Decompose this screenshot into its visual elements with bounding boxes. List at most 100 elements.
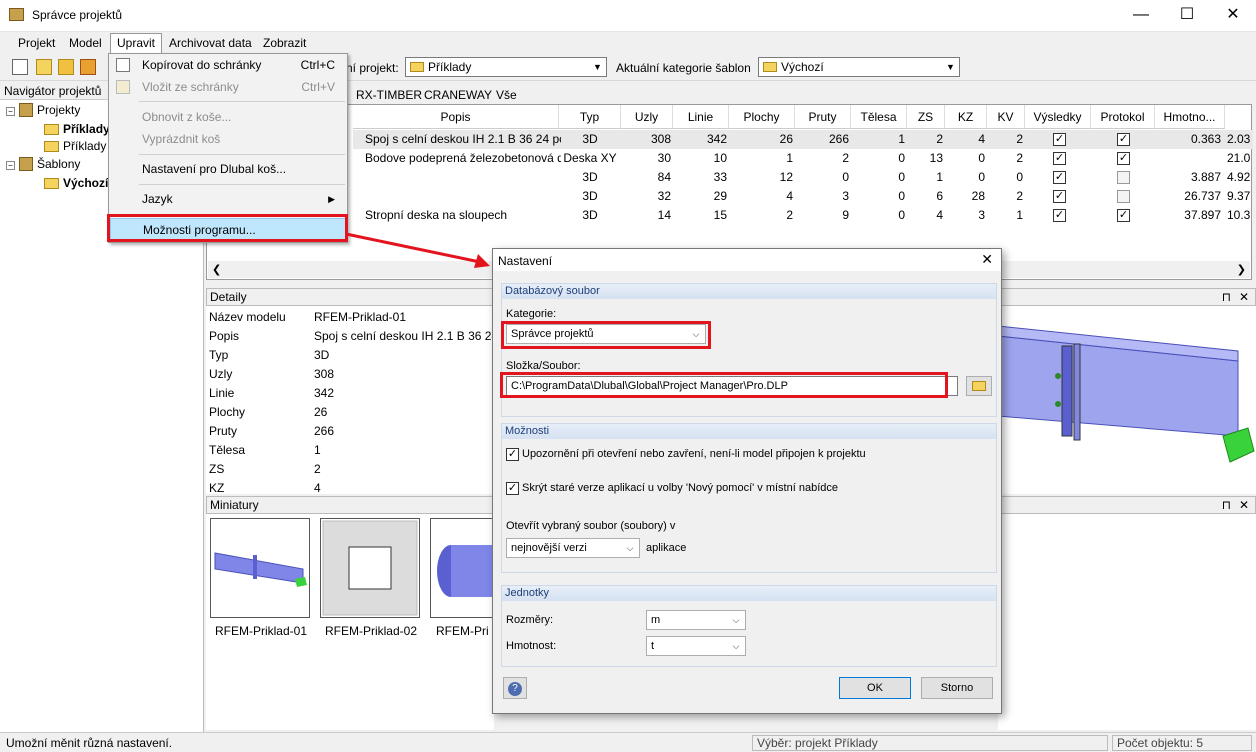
dimensions-combo[interactable]: m ⌵ <box>646 610 746 630</box>
folder-icon <box>763 62 777 72</box>
pin-icon[interactable]: ⊓ <box>1222 289 1231 305</box>
col-protokol[interactable]: Protokol <box>1091 105 1155 129</box>
detail-value: 3D <box>314 348 330 362</box>
tree-node-vychozi[interactable]: Výchozí <box>44 176 108 190</box>
tree-node-priklady-2[interactable]: Příklady I <box>44 139 113 153</box>
col-telesa[interactable]: Tělesa <box>851 105 907 129</box>
menu-item-language[interactable]: Jazyk ▶ <box>109 188 347 210</box>
folder-delete-icon[interactable] <box>80 59 96 75</box>
detail-key: Uzly <box>209 367 233 381</box>
collapse-icon[interactable]: − <box>6 161 15 170</box>
col-linie[interactable]: Linie <box>673 105 729 129</box>
cell-plochy: 4 <box>786 189 793 203</box>
details-panel: Název modelu RFEM-Priklad-01 Popis Spoj s c… <box>206 306 494 495</box>
model-3d-preview[interactable] <box>997 306 1256 494</box>
cancel-button[interactable]: Storno <box>921 677 993 699</box>
col-typ[interactable]: Typ <box>559 105 621 129</box>
folder-star-icon[interactable] <box>58 59 74 75</box>
close-button[interactable]: ✕ <box>1210 0 1256 32</box>
opt-warn-checkbox[interactable]: ✓ <box>506 448 519 461</box>
projects-icon <box>19 103 33 117</box>
vysledky-checkbox[interactable]: ✓ <box>1053 133 1066 146</box>
cell-kv: 2 <box>1016 189 1023 203</box>
open-version-combo[interactable]: nejnovější verzi ⌵ <box>506 538 640 558</box>
close-panel-icon[interactable]: ✕ <box>1239 289 1249 305</box>
menu-item-paste[interactable]: Vložit ze schránky Ctrl+V <box>109 76 347 98</box>
tree-node-priklady[interactable]: Příklady <box>44 122 110 136</box>
close-panel-icon[interactable]: ✕ <box>1239 497 1249 513</box>
scroll-left-icon[interactable]: ❮ <box>212 263 221 276</box>
new-file-icon[interactable] <box>12 59 28 75</box>
vysledky-checkbox[interactable]: ✓ <box>1053 190 1066 203</box>
minimize-button[interactable]: — <box>1118 0 1164 32</box>
template-category-combo[interactable]: Výchozí ▼ <box>758 57 960 77</box>
mass-combo[interactable]: t ⌵ <box>646 636 746 656</box>
chevron-down-icon: ⌵ <box>626 543 634 553</box>
col-kz[interactable]: KZ <box>945 105 987 129</box>
cell-zs: 2 <box>936 132 943 146</box>
thumbnail-1[interactable] <box>210 518 310 618</box>
thumbnail-3[interactable] <box>430 518 495 618</box>
open-folder-icon[interactable] <box>36 59 52 75</box>
vysledky-checkbox[interactable]: ✓ <box>1053 171 1066 184</box>
tab-vse[interactable]: Vše <box>496 88 517 102</box>
scroll-right-icon[interactable]: ❯ <box>1237 263 1246 276</box>
col-pruty[interactable]: Pruty <box>795 105 851 129</box>
protokol-checkbox[interactable]: ✓ <box>1117 152 1130 165</box>
protokol-checkbox[interactable]: ✓ <box>1117 133 1130 146</box>
menu-archivovat[interactable]: Archivovat data <box>163 34 258 52</box>
cell-plochy: 12 <box>779 170 793 184</box>
vysledky-checkbox[interactable]: ✓ <box>1053 209 1066 222</box>
help-icon: ? <box>508 682 522 696</box>
opt-hide-old-checkbox[interactable]: ✓ <box>506 482 519 495</box>
menu-item-copy[interactable]: Kopírovat do schránky Ctrl+C <box>109 54 347 76</box>
category-combo[interactable]: Správce projektů ⌵ <box>506 324 706 344</box>
tab-craneway[interactable]: CRANEWAY <box>424 88 492 102</box>
preview2-header: ⊓ ✕ <box>998 496 1256 514</box>
current-project-combo[interactable]: Příklady ▼ <box>405 57 607 77</box>
ok-button[interactable]: OK <box>839 677 911 699</box>
cell-kv: 2 <box>1016 151 1023 165</box>
cell-zs: 6 <box>936 189 943 203</box>
menu-model[interactable]: Model <box>63 34 108 52</box>
menu-item-empty-bin[interactable]: Vyprázdnit koš <box>109 128 347 150</box>
menu-zobrazit[interactable]: Zobrazit <box>257 34 312 52</box>
beam-3d-graphic <box>997 325 1255 463</box>
thumbnail-1-label: RFEM-Priklad-01 <box>214 624 307 638</box>
col-uzly[interactable]: Uzly <box>621 105 673 129</box>
detail-value: 4 <box>314 481 321 495</box>
browse-button[interactable] <box>966 376 992 396</box>
protokol-checkbox[interactable] <box>1117 171 1130 184</box>
col-popis[interactable]: Popis <box>353 105 559 129</box>
cell-kz: 3 <box>978 208 985 222</box>
tree-node-projekty[interactable]: − Projekty <box>6 103 80 117</box>
col-plochy[interactable]: Plochy <box>729 105 795 129</box>
dialog-close-icon[interactable]: ✕ <box>981 251 993 268</box>
cell-linie: 10 <box>713 151 727 165</box>
menu-item-restore[interactable]: Obnovit z koše... <box>109 106 347 128</box>
vysledky-checkbox[interactable]: ✓ <box>1053 152 1066 165</box>
col-vysledky[interactable]: Výsledky <box>1025 105 1091 129</box>
menu-projekt[interactable]: Projekt <box>12 34 61 52</box>
protokol-checkbox[interactable]: ✓ <box>1117 209 1130 222</box>
thumbnail-2[interactable] <box>320 518 420 618</box>
protokol-checkbox[interactable] <box>1117 190 1130 203</box>
collapse-icon[interactable]: − <box>6 107 15 116</box>
col-hmotnost[interactable]: Hmotno... <box>1155 105 1225 129</box>
tab-rx-timber[interactable]: RX-TIMBER <box>356 88 422 102</box>
cell-uzly: 308 <box>650 132 671 146</box>
help-button[interactable]: ? <box>503 677 527 699</box>
maximize-button[interactable]: ☐ <box>1164 0 1210 32</box>
cell-uzly: 32 <box>657 189 671 203</box>
database-file-group-header: Databázový soubor <box>502 284 996 299</box>
menu-upravit[interactable]: Upravit <box>110 33 163 53</box>
col-kv[interactable]: KV <box>987 105 1025 129</box>
menu-item-bin-settings[interactable]: Nastavení pro Dlubal koš... <box>109 158 347 180</box>
menu-item-program-options[interactable]: Možnosti programu... <box>110 218 346 240</box>
cell-pruty: 3 <box>842 189 849 203</box>
cell-kz: 0 <box>978 170 985 184</box>
pin-icon[interactable]: ⊓ <box>1222 497 1231 513</box>
tree-node-sablony[interactable]: − Šablony <box>6 157 80 171</box>
col-zs[interactable]: ZS <box>907 105 945 129</box>
folder-path-input[interactable]: C:\ProgramData\Dlubal\Global\Project Man… <box>506 376 958 396</box>
